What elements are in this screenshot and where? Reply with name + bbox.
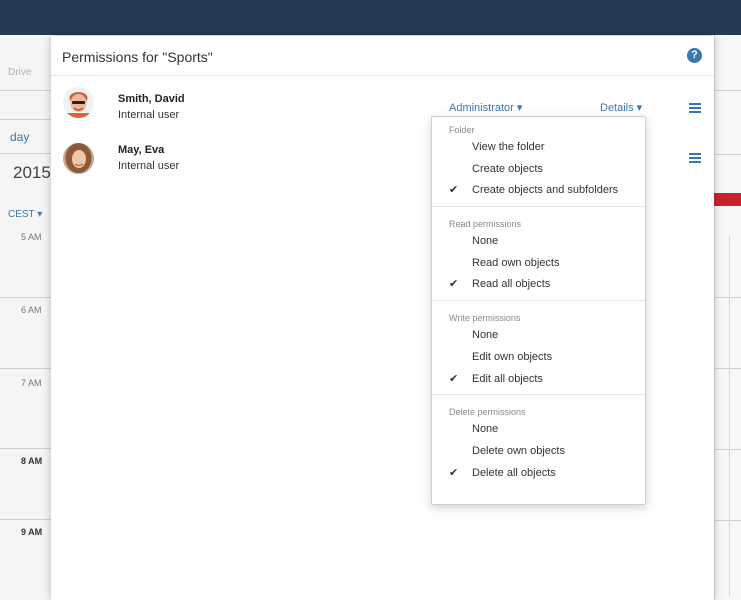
dropdown-item[interactable]: ✔ Delete all objects: [432, 463, 645, 485]
divider: [0, 153, 55, 154]
dropdown-item[interactable]: Create objects: [432, 159, 645, 181]
user-type: Internal user: [118, 109, 180, 121]
dropdown-item[interactable]: Delete own objects: [432, 441, 645, 463]
dropdown-item[interactable]: ✔ Edit all objects: [432, 369, 645, 391]
dropdown-section-header: Folder: [449, 125, 475, 135]
dropdown-item-label: Read all objects: [472, 278, 551, 291]
app-topbar: [0, 0, 741, 35]
dropdown-item-label: Delete own objects: [472, 444, 565, 457]
dropdown-item[interactable]: None: [432, 325, 645, 347]
divider: [714, 449, 741, 450]
dropdown-item[interactable]: Edit own objects: [432, 347, 645, 369]
avatar: [63, 87, 94, 118]
hour-label: 8 AM: [21, 456, 43, 466]
dropdown-item-label: View the folder: [472, 141, 545, 153]
dropdown-item-label: Edit own objects: [472, 350, 553, 363]
divider: [0, 519, 55, 520]
user-name: Smith, David: [118, 93, 185, 105]
dropdown-item-label: Delete all objects: [472, 466, 556, 479]
dropdown-section: Folder View the folder Create objects ✔ Crea…: [432, 117, 645, 206]
hour-label: 7 AM: [21, 378, 42, 388]
calendar-grid-edge: [714, 35, 741, 600]
divider: [714, 297, 741, 298]
divider: [714, 520, 741, 521]
divider: [714, 154, 741, 155]
checkmark-icon: ✔: [449, 372, 459, 385]
dropdown-item-label: Read own objects: [472, 256, 560, 269]
dropdown-item-label: None: [472, 235, 499, 248]
today-button[interactable]: day: [10, 130, 29, 144]
permissions-dropdown-menu: Folder View the folder Create objects ✔ Crea…: [431, 116, 646, 505]
dropdown-section-header: Delete permissions: [449, 407, 526, 418]
dropdown-item[interactable]: View the folder: [432, 137, 645, 159]
role-dropdown[interactable]: Administrator ▾: [449, 101, 522, 114]
user-name: May, Eva: [118, 144, 165, 156]
drive-label[interactable]: Drive: [8, 67, 31, 78]
dropdown-item[interactable]: None: [432, 231, 645, 253]
help-icon[interactable]: ?: [687, 48, 702, 63]
dropdown-item-label: None: [472, 329, 499, 342]
divider: [714, 90, 741, 91]
current-time-marker: [714, 193, 741, 206]
dropdown-section: Read permissions None Read own objects ✔ Rea…: [432, 206, 645, 300]
dropdown-item[interactable]: None: [432, 419, 645, 441]
dropdown-item-label: Edit all objects: [472, 372, 543, 385]
dropdown-item[interactable]: ✔ Read all objects: [432, 274, 645, 296]
hour-label: 5 AM: [21, 232, 42, 242]
dropdown-section-header: Read permissions: [449, 219, 522, 230]
dropdown-section: Delete permissions None Delete own objects…: [432, 394, 645, 488]
divider: [0, 368, 55, 369]
divider: [0, 448, 55, 449]
hour-label: 9 AM: [21, 527, 43, 537]
permissions-dialog: Permissions for "Sports" ? Smith, David …: [51, 36, 714, 600]
dropdown-item-label: Create objects and subfolders: [472, 184, 619, 197]
dropdown-item[interactable]: ✔ Create objects and subfolders: [432, 180, 645, 202]
dropdown-item-label: Create objects: [472, 162, 543, 175]
dialog-header: Permissions for "Sports" ?: [51, 36, 714, 76]
checkmark-icon: ✔: [449, 466, 459, 479]
dropdown-item[interactable]: Read own objects: [432, 253, 645, 275]
user-type: Internal user: [118, 160, 180, 172]
hamburger-icon[interactable]: [689, 103, 701, 115]
divider: [729, 236, 730, 596]
dropdown-item-label: None: [472, 423, 499, 436]
divider: [0, 90, 55, 91]
hamburger-icon[interactable]: [689, 153, 701, 165]
divider: [714, 368, 741, 369]
hour-label: 6 AM: [21, 305, 42, 315]
details-dropdown[interactable]: Details ▾: [600, 101, 642, 114]
checkmark-icon: ✔: [449, 278, 459, 291]
avatar: [63, 143, 94, 174]
checkmark-icon: ✔: [449, 184, 459, 197]
divider: [0, 119, 55, 120]
dialog-title: Permissions for "Sports": [62, 49, 213, 65]
year-label: 2015: [13, 163, 51, 182]
dropdown-section-header: Write permissions: [449, 313, 521, 324]
divider: [0, 297, 55, 298]
dropdown-section: Write permissions None Edit own objects ✔ Ed…: [432, 300, 645, 394]
timezone-selector[interactable]: CEST ▾: [8, 209, 42, 220]
